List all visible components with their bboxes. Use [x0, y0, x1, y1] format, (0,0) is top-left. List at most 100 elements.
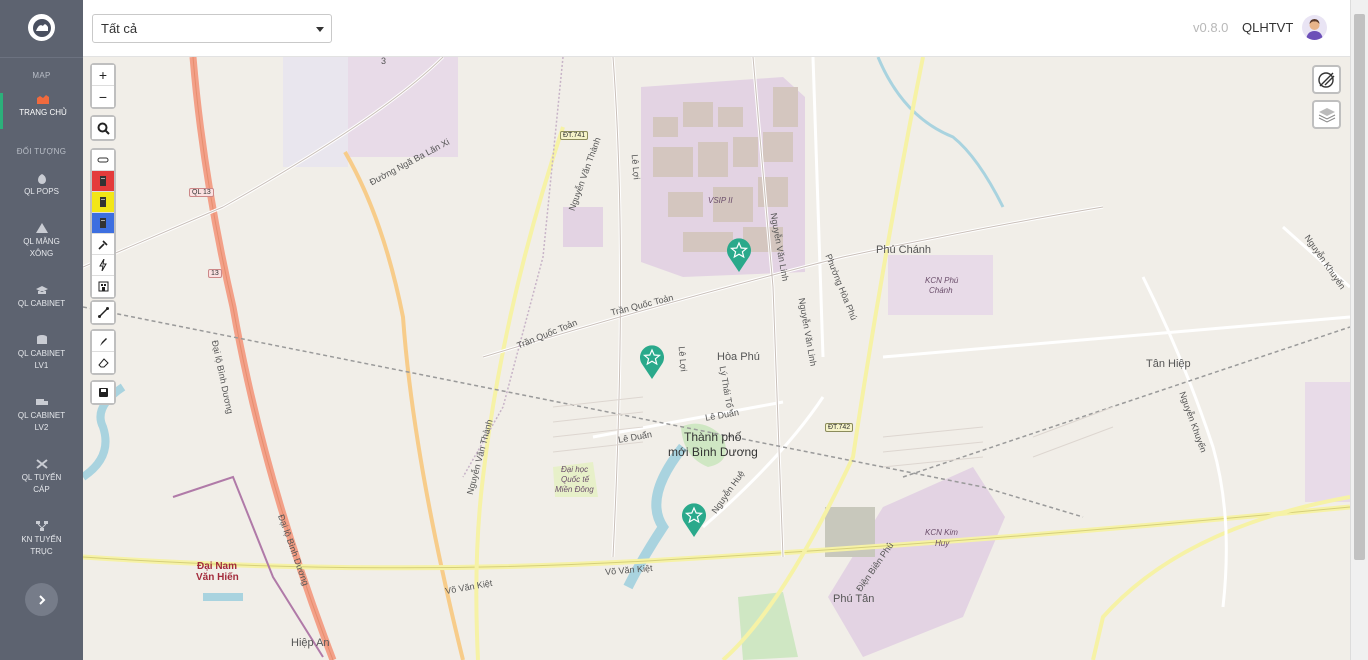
- sidebar-item-label: TRANG CHỦ: [19, 108, 67, 117]
- eraser-icon: [97, 358, 109, 368]
- app-version: v0.8.0: [1193, 20, 1229, 35]
- sidebar-item-cabinet[interactable]: QL CABINET: [0, 284, 83, 310]
- expand-sidebar-button[interactable]: [25, 583, 58, 616]
- filter-select-value: Tất cả: [101, 21, 138, 36]
- measure-control: [90, 300, 116, 325]
- draw-tool-button[interactable]: [92, 234, 114, 255]
- map-label-zone: VSIP II: [708, 196, 733, 205]
- star-marker-icon: [682, 503, 706, 537]
- sidebar-item-label: TRỤC: [30, 547, 53, 556]
- sidebar-item-label: QL MĂNG: [23, 237, 60, 246]
- cable-icon: [97, 157, 109, 163]
- map-label-ward: Phú Chánh: [876, 244, 932, 256]
- sidebar-item-label: KN TUYẾN: [21, 535, 62, 544]
- sidebar-item-cabinet-lv1[interactable]: QL CABINET LV1: [0, 334, 83, 372]
- search-icon: [97, 122, 110, 135]
- search-control: [90, 115, 116, 141]
- database-icon: [36, 335, 47, 344]
- section-map: MAP: [32, 71, 51, 80]
- sidebar-item-pops[interactable]: QL POPS: [0, 172, 83, 198]
- tools-icon: [35, 459, 48, 469]
- map-label-poi: Văn Hiến: [196, 572, 239, 583]
- map-label-zone: Huy: [935, 539, 950, 548]
- cabinet-icon: [35, 286, 48, 294]
- erase-button[interactable]: [92, 352, 114, 373]
- top-bar: Tất cả v0.8.0 QLHTVT: [83, 0, 1368, 57]
- draw-red-cabinet-button[interactable]: [92, 171, 114, 192]
- star-marker-icon: [727, 238, 751, 272]
- network-icon: [35, 521, 48, 531]
- map-search-button[interactable]: [92, 117, 114, 139]
- sidebar-item-label: QL CABINET: [17, 299, 66, 308]
- draw-power-button[interactable]: [92, 255, 114, 276]
- map-label-zone: KCN Kim: [925, 528, 958, 537]
- app-logo[interactable]: [28, 14, 55, 41]
- map-label-city: Thành phố: [684, 430, 742, 444]
- save-button[interactable]: [92, 382, 114, 403]
- filter-select[interactable]: Tất cả: [92, 14, 332, 43]
- sidebar-item-label: LV2: [34, 423, 49, 432]
- draw-blue-cabinet-button[interactable]: [92, 213, 114, 234]
- sidebar-item-label: LV1: [34, 361, 49, 370]
- sidebar-item-cabinet-lv2[interactable]: QL CABINET LV2: [0, 396, 83, 434]
- sidebar-item-home[interactable]: TRANG CHỦ: [0, 93, 83, 129]
- sidebar-item-label: XÔNG: [29, 249, 54, 258]
- map-label-zone: KCN Phú: [925, 276, 959, 285]
- sidebar-item-label: CÁP: [33, 485, 50, 494]
- sidebar-item-label: QL TUYẾN: [21, 473, 62, 482]
- sidebar: MAP TRANG CHỦ ĐỐI TƯỢNG QL POPS QL MĂNG …: [0, 0, 83, 660]
- map-view[interactable]: ĐT.741 QL 13 13 ĐT.742 3 Đường Ngã Ba Lă…: [83, 57, 1350, 660]
- truck-icon: [35, 399, 48, 405]
- edit-icon: [99, 337, 107, 346]
- layers-button[interactable]: [1312, 100, 1341, 129]
- map-label-zone: Chánh: [929, 286, 953, 295]
- chevron-right-icon: [38, 594, 45, 605]
- signature-icon: [1317, 71, 1334, 88]
- map-label-poi: Đại Nam: [197, 561, 238, 572]
- user-avatar-icon: [1306, 19, 1323, 40]
- sidebar-item-mang-xong[interactable]: QL MĂNG XÔNG: [0, 222, 83, 260]
- sidebar-divider: [0, 57, 83, 58]
- ruler-icon: [97, 307, 109, 318]
- map-label-city: mới Bình Dương: [668, 445, 758, 459]
- measure-button[interactable]: [92, 302, 114, 323]
- lightning-icon: [99, 259, 107, 271]
- sidebar-item-tuyen-cap[interactable]: QL TUYẾN CÁP: [0, 458, 83, 496]
- pops-icon: [37, 174, 46, 184]
- edit-layer-button[interactable]: [92, 331, 114, 352]
- sidebar-item-tuyen-truc[interactable]: KN TUYẾN TRỤC: [0, 520, 83, 558]
- road-shield-dt742: ĐT.742: [825, 423, 854, 432]
- map-label-zone: Miền Đông: [555, 485, 594, 494]
- save-control: [90, 380, 116, 405]
- zoom-out-button[interactable]: −: [92, 86, 114, 107]
- building-icon: [98, 281, 108, 292]
- sidebar-item-label: QL CABINET: [17, 349, 66, 358]
- draw-toolbar: [90, 148, 116, 299]
- map-label-ward: Hòa Phú: [717, 351, 760, 363]
- section-objects: ĐỐI TƯỢNG: [16, 147, 67, 156]
- road-label: Lê Lợi: [676, 345, 689, 373]
- map-label-zone: Đại học: [561, 465, 589, 474]
- triangle-icon: [35, 223, 48, 233]
- avatar[interactable]: [1302, 15, 1327, 40]
- draw-cable-button[interactable]: [92, 150, 114, 171]
- draw-signature-button[interactable]: [1312, 65, 1341, 94]
- zoom-in-button[interactable]: +: [92, 65, 114, 86]
- sidebar-item-label: QL POPS: [24, 187, 59, 196]
- cabinet-icon: [100, 176, 106, 186]
- draw-yellow-cabinet-button[interactable]: [92, 192, 114, 213]
- map-marker-pop[interactable]: [681, 502, 707, 538]
- page-scrollbar[interactable]: [1350, 0, 1368, 660]
- zoom-control: + −: [90, 63, 116, 109]
- cabinet-icon: [100, 218, 106, 228]
- map-marker-pop[interactable]: [726, 237, 752, 273]
- sidebar-item-label: QL CABINET: [17, 411, 66, 420]
- draw-building-button[interactable]: [92, 276, 114, 297]
- map-label-ward: Tân Hiệp: [1146, 358, 1191, 370]
- road-shield-ql13: QL 13: [189, 188, 214, 197]
- logo-icon: [32, 18, 51, 37]
- username[interactable]: QLHTVT: [1242, 20, 1293, 35]
- scrollbar-thumb[interactable]: [1354, 14, 1365, 560]
- chevron-down-icon: [316, 27, 324, 32]
- map-marker-pop[interactable]: [639, 344, 665, 380]
